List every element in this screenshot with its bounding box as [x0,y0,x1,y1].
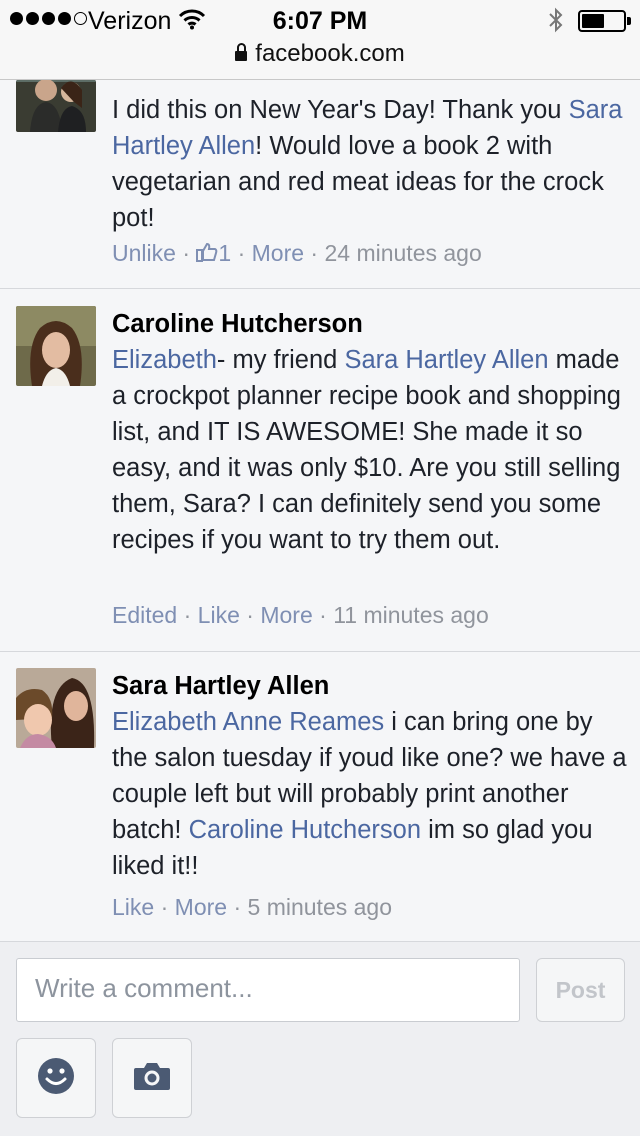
like-count[interactable]: 1 [218,240,231,266]
comment-body: I did this on New Year's Day! Thank you … [112,92,628,236]
clock: 6:07 PM [272,7,368,35]
more-link[interactable]: More [252,240,304,266]
smiley-icon [36,1056,76,1101]
comment-text: Elizabeth- my friend Sara Hartley Allen … [112,346,621,554]
avatar[interactable] [16,80,96,132]
comment-text: Elizabeth Anne Reames i can bring one by… [112,708,627,880]
comment-item: Caroline Hutcherson Elizabeth- my friend… [0,290,640,652]
more-link[interactable]: More [175,894,227,920]
comment-text: I did this on New Year's Day! Thank you … [112,96,623,232]
comment-input[interactable]: Write a comment... [16,958,520,1022]
battery-icon [578,10,631,32]
address-bar[interactable]: facebook.com [0,40,640,68]
browser-top-bar: Verizon 6:07 PM facebook.com [0,0,640,80]
comment-body: Caroline Hutcherson Elizabeth- my friend… [112,306,628,558]
comment-actions: Like · More · 5 minutes ago [112,894,392,920]
comment-actions: Edited · Like · More · 11 minutes ago [112,602,489,628]
comment-item: Sara Hartley Allen Elizabeth Anne Reames… [0,652,640,942]
like-link[interactable]: Like [112,894,154,920]
comment-composer: Write a comment... Post [0,942,640,1136]
mention-link[interactable]: Sara Hartley Allen [344,346,548,374]
unlike-link[interactable]: Unlike [112,240,176,266]
lock-icon [235,43,248,61]
bluetooth-icon [548,7,564,38]
thumbs-up-icon [196,241,218,268]
like-link[interactable]: Like [198,602,240,628]
avatar[interactable] [16,306,96,386]
url-text: facebook.com [255,40,405,67]
more-link[interactable]: More [260,602,312,628]
comment-author[interactable]: Sara Hartley Allen [112,668,628,704]
mention-link[interactable]: Caroline Hutcherson [189,816,421,844]
edited-link[interactable]: Edited [112,602,177,628]
mention-link[interactable]: Elizabeth Anne Reames [112,708,384,736]
avatar[interactable] [16,668,96,748]
comment-actions: Unlike · 1 · More · 24 minutes ago [112,240,482,268]
status-bar: Verizon 6:07 PM [0,0,640,40]
camera-icon [132,1060,172,1097]
timestamp[interactable]: 24 minutes ago [324,240,481,266]
comment-body: Sara Hartley Allen Elizabeth Anne Reames… [112,668,628,884]
emoji-button[interactable] [16,1038,96,1118]
timestamp[interactable]: 5 minutes ago [248,894,392,920]
camera-button[interactable] [112,1038,192,1118]
comment-author[interactable]: Caroline Hutcherson [112,306,628,342]
post-button[interactable]: Post [536,958,625,1022]
timestamp[interactable]: 11 minutes ago [333,602,489,628]
mention-link[interactable]: Elizabeth [112,346,217,374]
